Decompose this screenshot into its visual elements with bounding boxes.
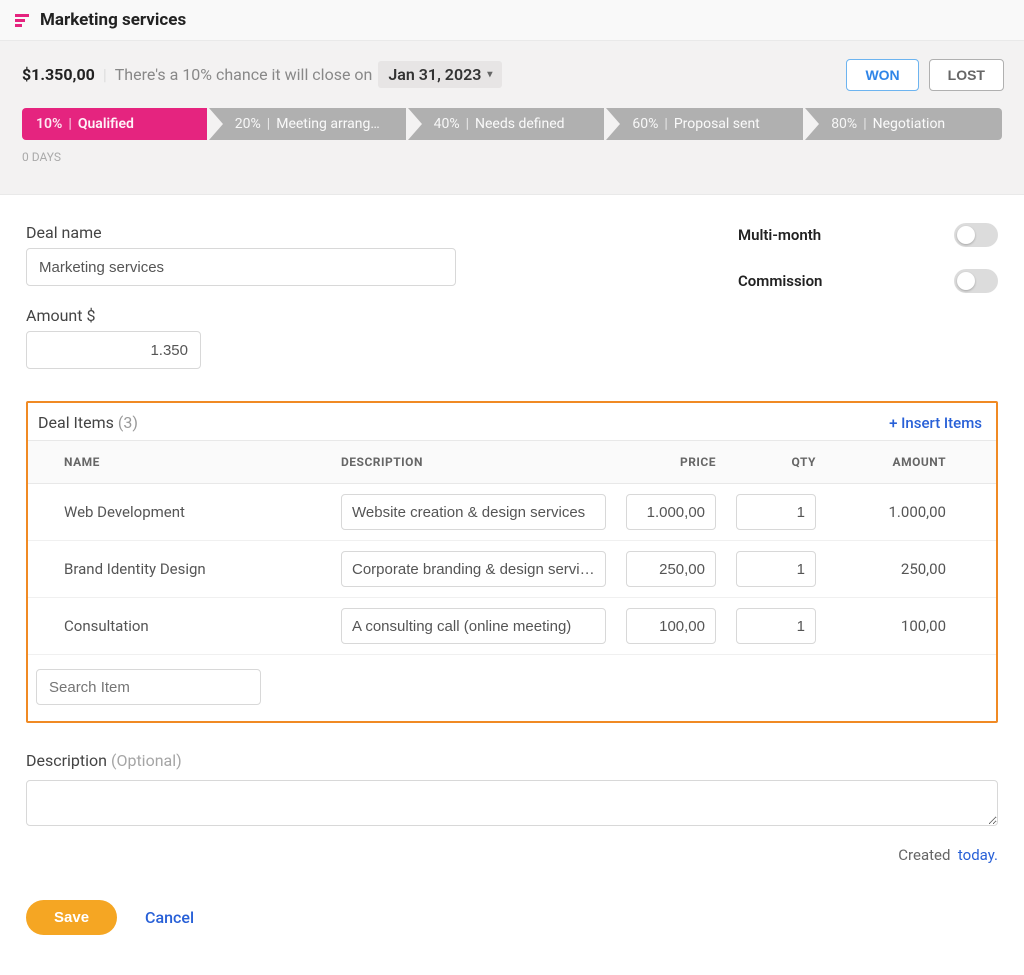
stage-label: Negotiation: [873, 116, 946, 132]
item-amount: 250,00: [826, 541, 956, 598]
table-row: Brand Identity Design 250,00: [28, 541, 996, 598]
item-price-input[interactable]: [626, 494, 716, 530]
col-amount: AMOUNT: [826, 441, 956, 484]
col-qty: QTY: [726, 441, 826, 484]
chevron-down-icon: ▾: [487, 69, 492, 80]
item-qty-input[interactable]: [736, 608, 816, 644]
commission-toggle[interactable]: [954, 269, 998, 293]
summary-strip: $1.350,00 | There's a 10% chance it will…: [0, 41, 1024, 195]
deal-items-count: (3): [118, 413, 138, 432]
stage-pct: 20%: [235, 116, 261, 132]
commission-label: Commission: [738, 272, 822, 290]
deal-items-table: NAME DESCRIPTION PRICE QTY AMOUNT Web De…: [28, 440, 996, 655]
created-when-link[interactable]: today.: [958, 846, 998, 864]
item-qty-input[interactable]: [736, 494, 816, 530]
close-chance-text: There's a 10% chance it will close on: [115, 65, 373, 84]
stage-meeting[interactable]: 20% | Meeting arrang…: [209, 108, 408, 140]
created-label: Created: [898, 846, 950, 864]
deal-name-label: Deal name: [26, 223, 456, 242]
pipeline: 10% | Qualified 20% | Meeting arrang… 40…: [22, 108, 1002, 140]
search-item-input[interactable]: [36, 669, 261, 705]
item-desc-input[interactable]: [341, 551, 606, 587]
item-name: Brand Identity Design: [28, 541, 331, 598]
page-title: Marketing services: [40, 10, 186, 30]
header-bar: Marketing services: [0, 0, 1024, 41]
deal-name-input[interactable]: [26, 248, 456, 286]
description-label: Description: [26, 751, 107, 770]
item-qty-input[interactable]: [736, 551, 816, 587]
item-name: Web Development: [28, 484, 331, 541]
deal-items-panel: Deal Items (3) + Insert Items NAME DESCR…: [26, 401, 998, 723]
lost-button[interactable]: LOST: [929, 59, 1004, 91]
stage-pct: 40%: [434, 116, 460, 132]
item-name: Consultation: [28, 598, 331, 655]
item-desc-input[interactable]: [341, 494, 606, 530]
stage-needs[interactable]: 40% | Needs defined: [408, 108, 607, 140]
stage-label: Meeting arrang…: [276, 116, 380, 132]
app-logo-icon: [14, 12, 30, 28]
insert-items-link[interactable]: + Insert Items: [889, 414, 982, 432]
amount-label: Amount $: [26, 306, 456, 325]
won-button[interactable]: WON: [846, 59, 918, 91]
stage-proposal[interactable]: 60% | Proposal sent: [606, 108, 805, 140]
table-row: Consultation 100,00: [28, 598, 996, 655]
stage-label: Proposal sent: [674, 116, 760, 132]
col-desc: DESCRIPTION: [331, 441, 616, 484]
description-optional: (Optional): [111, 751, 182, 770]
multi-month-toggle[interactable]: [954, 223, 998, 247]
description-textarea[interactable]: [26, 780, 998, 826]
item-amount: 1.000,00: [826, 484, 956, 541]
table-row: Web Development 1.000,00: [28, 484, 996, 541]
item-desc-input[interactable]: [341, 608, 606, 644]
save-button[interactable]: Save: [26, 900, 117, 935]
stage-negotiation[interactable]: 80% | Negotiation: [805, 108, 1002, 140]
close-date-picker[interactable]: Jan 31, 2023 ▾: [378, 61, 502, 88]
stage-pct: 60%: [632, 116, 658, 132]
cancel-button[interactable]: Cancel: [145, 908, 194, 927]
col-price: PRICE: [616, 441, 726, 484]
stage-days: 0 DAYS: [22, 150, 1002, 164]
amount-input[interactable]: [26, 331, 201, 369]
stage-label: Qualified: [78, 116, 134, 132]
deal-items-title: Deal Items (3): [38, 413, 138, 432]
stage-qualified[interactable]: 10% | Qualified: [22, 108, 209, 140]
col-name: NAME: [28, 441, 331, 484]
divider: |: [103, 65, 107, 84]
multi-month-label: Multi-month: [738, 226, 821, 244]
item-price-input[interactable]: [626, 551, 716, 587]
item-price-input[interactable]: [626, 608, 716, 644]
deal-amount: $1.350,00: [22, 65, 95, 84]
stage-label: Needs defined: [475, 116, 565, 132]
close-date-value: Jan 31, 2023: [388, 65, 481, 84]
stage-pct: 80%: [831, 116, 857, 132]
stage-pct: 10%: [36, 116, 62, 132]
item-amount: 100,00: [826, 598, 956, 655]
